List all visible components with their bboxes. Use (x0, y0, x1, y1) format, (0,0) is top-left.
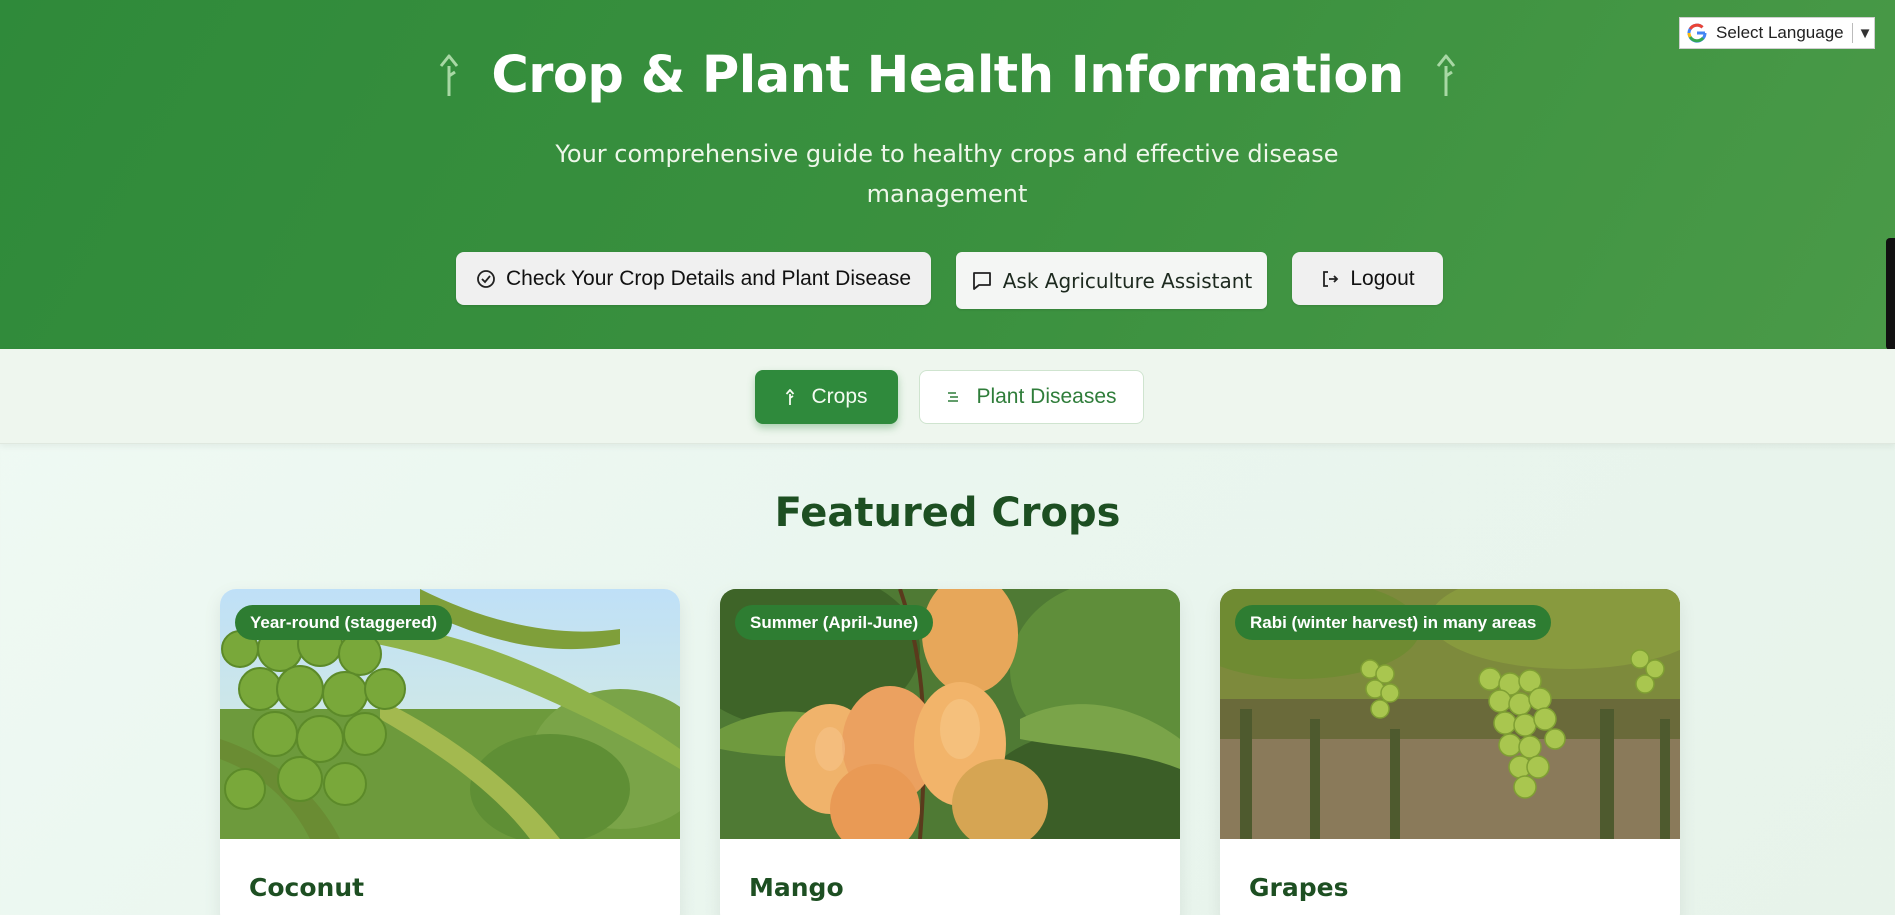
language-selector-label: Select Language (1716, 23, 1844, 42)
crop-name: Mango (749, 873, 844, 902)
sprout-icon (440, 54, 459, 96)
page-subtitle: Your comprehensive guide to healthy crop… (555, 140, 1339, 208)
logout-button[interactable]: Logout (1292, 252, 1443, 305)
crop-card-coconut[interactable]: Year-round (staggered) Coconut (220, 589, 680, 915)
dropdown-arrow-icon: ▼ (1857, 24, 1873, 42)
sprout-icon (786, 388, 795, 405)
ask-assistant-button[interactable]: Ask Agriculture Assistant (956, 252, 1267, 309)
section-title: Featured Crops (774, 490, 1121, 536)
sprout-icon (1436, 54, 1455, 96)
logout-button-label: Logout (1350, 266, 1415, 290)
tab-crops[interactable]: Crops (755, 370, 898, 424)
hero-header: Crop & Plant Health Information Your com… (0, 0, 1895, 349)
title-row: Crop & Plant Health Information (0, 40, 1895, 110)
check-crop-button[interactable]: Check Your Crop Details and Plant Diseas… (456, 252, 931, 305)
divider (1851, 23, 1853, 43)
tab-crops-label: Crops (811, 385, 868, 408)
check-circle-icon (477, 269, 495, 288)
season-badge: Rabi (winter harvest) in many areas (1235, 605, 1552, 640)
crop-card-grapes[interactable]: Rabi (winter harvest) in many areas Grap… (1220, 589, 1680, 915)
header-actions: Check Your Crop Details and Plant Diseas… (0, 252, 1895, 312)
list-icon (948, 392, 959, 402)
tab-plant-diseases[interactable]: Plant Diseases (919, 370, 1144, 424)
crop-name: Coconut (249, 873, 365, 902)
season-badge: Year-round (staggered) (235, 605, 453, 640)
page-title: Crop & Plant Health Information (491, 45, 1404, 105)
crop-card-mango[interactable]: Summer (April-June) Mango (720, 589, 1180, 915)
ask-assistant-button-label: Ask Agriculture Assistant (1002, 268, 1253, 293)
tab-plant-diseases-label: Plant Diseases (976, 385, 1117, 408)
language-selector[interactable]: Select Language ▼ (1679, 17, 1875, 49)
google-icon (1687, 23, 1707, 43)
logout-icon (1323, 270, 1339, 287)
category-tabs: Crops Plant Diseases (0, 349, 1895, 444)
check-crop-button-label: Check Your Crop Details and Plant Diseas… (505, 266, 912, 290)
chat-icon (972, 271, 991, 290)
season-badge: Summer (April-June) (735, 605, 934, 640)
crop-name: Grapes (1249, 873, 1349, 902)
side-feedback-tab[interactable] (1886, 238, 1895, 350)
